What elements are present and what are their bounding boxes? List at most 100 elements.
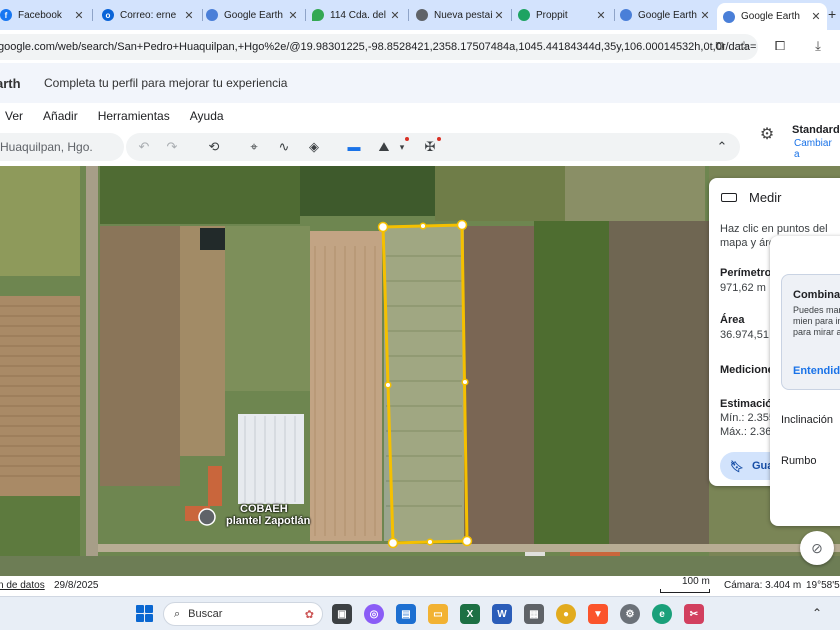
tip-dismiss-button[interactable]: Entendid (793, 365, 840, 377)
excel-icon[interactable]: X (460, 604, 480, 624)
compass-icon[interactable]: ⊘ (800, 531, 834, 565)
close-icon[interactable]: ✕ (72, 9, 86, 22)
outlook-icon: o (102, 9, 114, 21)
tab-google-earth-active[interactable]: Google Earth ✕ (717, 3, 827, 30)
menu-ayuda[interactable]: Ayuda (190, 109, 224, 123)
close-icon[interactable]: ✕ (182, 9, 196, 22)
max-elevation: Máx.: 2.362 (720, 426, 778, 438)
edge-icon[interactable]: e (652, 604, 672, 624)
proppit-icon (518, 9, 530, 21)
heading-label[interactable]: Rumbo (781, 455, 816, 467)
path-icon[interactable]: ∿ (276, 139, 292, 155)
tray-chevron-icon[interactable]: ⌃ (812, 606, 822, 620)
bookmark-star-icon[interactable]: ☆ (736, 38, 752, 54)
tip-body: Puedes mar Mayús mien para inclina para … (793, 305, 840, 337)
perimeter-value: 971,62 m (720, 282, 766, 294)
tab-title: Nueva pestaí (434, 9, 492, 21)
address-bar[interactable]: google.com/web/search/San+Pedro+Huaquilp… (0, 34, 758, 60)
coordinates: 19°58'51 (806, 580, 840, 591)
profile-prompt[interactable]: Completa tu perfil para mejorar tu exper… (44, 76, 287, 90)
google-earth-icon (206, 9, 218, 21)
menu-ver[interactable]: Ver (5, 109, 23, 123)
windows-start-icon[interactable] (136, 605, 153, 622)
ruler-icon[interactable]: ▬ (346, 139, 362, 155)
data-source-link[interactable]: n de datos (0, 580, 45, 591)
tip-title: Combinac (793, 289, 840, 301)
tab-facebook[interactable]: f Facebook ✕ (0, 4, 90, 26)
tilt-label[interactable]: Inclinación (781, 414, 833, 426)
notification-dot (437, 137, 441, 141)
tab-separator (408, 9, 409, 21)
close-icon[interactable]: ✕ (698, 9, 712, 22)
menu-herramientas[interactable]: Herramientas (98, 109, 170, 123)
close-icon[interactable]: ✕ (594, 9, 608, 22)
measure-header: Medir (721, 190, 782, 205)
place-name: COBAEH (240, 503, 288, 515)
map-style-link[interactable]: Cambiar a (794, 138, 840, 160)
facebook-icon: f (0, 9, 12, 21)
close-icon[interactable]: ✕ (809, 10, 823, 23)
layers-icon[interactable]: ◈ (306, 139, 322, 155)
chevron-up-icon[interactable]: ⌃ (714, 139, 730, 155)
camera-altitude: Cámara: 3.404 m (724, 580, 802, 591)
task-view-icon[interactable]: ▣ (332, 604, 352, 624)
terrain-icon[interactable]: ⛰ (376, 139, 392, 155)
google-earth-icon (723, 10, 735, 23)
tab-strip: f Facebook ✕ o Correo: erne ✕ Google Ear… (0, 0, 840, 30)
store-icon[interactable]: ▤ (396, 604, 416, 624)
undo-icon[interactable]: ↶ (136, 139, 152, 155)
map-style-title: Standard (792, 124, 840, 136)
tab-title: Correo: erne (120, 9, 177, 21)
search-placeholder: Buscar (188, 608, 223, 620)
settings-gear-icon[interactable]: ⚙ (759, 127, 775, 143)
scale-bar (660, 589, 710, 593)
ruler-icon (721, 193, 737, 202)
browser-toolbar: google.com/web/search/San+Pedro+Huaquilp… (0, 30, 840, 63)
tab-title: Google Earth (638, 9, 697, 21)
settings-icon[interactable]: ⚙ (620, 604, 640, 624)
history-icon[interactable]: ⟲ (206, 139, 222, 155)
calculator-icon[interactable]: ▦ (524, 604, 544, 624)
brave-icon[interactable]: ▼ (588, 604, 608, 624)
chrome-icon[interactable]: ● (556, 604, 576, 624)
close-icon[interactable]: ✕ (492, 9, 506, 22)
windows-taskbar: ⌕ Buscar ✿ ▣ ◎ ▤ ▭ X W ▦ ● ▼ ⚙ e ✂ ⌃ (0, 596, 840, 630)
navigation-popup: Combinac Puedes mar Mayús mien para incl… (770, 236, 840, 526)
menu-anadir[interactable]: Añadir (43, 109, 78, 123)
google-earth-icon (620, 9, 632, 21)
placemark-icon[interactable]: ⌖ (246, 139, 262, 155)
tab-google-maps[interactable]: 114 Cda. del ✕ (306, 4, 406, 26)
shortcut-tip: Combinac Puedes mar Mayús mien para incl… (781, 274, 840, 390)
chrome-icon (416, 9, 428, 21)
area-label: Área (720, 314, 745, 326)
word-icon[interactable]: W (492, 604, 512, 624)
close-icon[interactable]: ✕ (388, 9, 402, 22)
tab-google-earth-2[interactable]: Google Earth ✕ (614, 4, 716, 26)
snipping-tool-icon[interactable]: ✂ (684, 604, 704, 624)
install-app-icon[interactable]: ⧉ (712, 38, 728, 54)
new-tab-button[interactable]: + (828, 6, 838, 22)
extensions-icon[interactable]: ⧠ (772, 38, 788, 54)
earth-menu-bar: Ver Añadir Herramientas Ayuda (0, 103, 840, 129)
close-icon[interactable]: ✕ (286, 9, 300, 22)
tab-title: Google Earth (741, 11, 800, 22)
bookmark-icon: 🔖︎ (730, 460, 744, 473)
download-icon[interactable]: ⤓ (810, 38, 826, 54)
tab-google-earth-1[interactable]: Google Earth ✕ (200, 4, 304, 26)
place-label[interactable]: COBAEH plantel Zapotlán (226, 503, 310, 527)
tab-new-tab[interactable]: Nueva pestaí ✕ (410, 4, 510, 26)
tools-icon[interactable]: ✠ (422, 139, 438, 155)
taskbar-search-input[interactable]: ⌕ Buscar ✿ (163, 602, 323, 626)
chevron-down-icon[interactable]: ▾ (394, 139, 410, 155)
redo-icon[interactable]: ↷ (164, 139, 180, 155)
measured-polygon (381, 223, 469, 545)
earth-search-input[interactable]: Huaquilpan, Hgo. (0, 133, 124, 161)
imagery-date: 29/8/2025 (54, 580, 99, 591)
file-explorer-icon[interactable]: ▭ (428, 604, 448, 624)
search-value: Huaquilpan, Hgo. (0, 140, 93, 154)
tab-proppit[interactable]: Proppit ✕ (512, 4, 612, 26)
copilot-icon[interactable]: ◎ (364, 604, 384, 624)
tab-outlook[interactable]: o Correo: erne ✕ (96, 4, 200, 26)
search-icon: ⌕ (174, 607, 181, 620)
school-pin-icon (198, 508, 216, 526)
